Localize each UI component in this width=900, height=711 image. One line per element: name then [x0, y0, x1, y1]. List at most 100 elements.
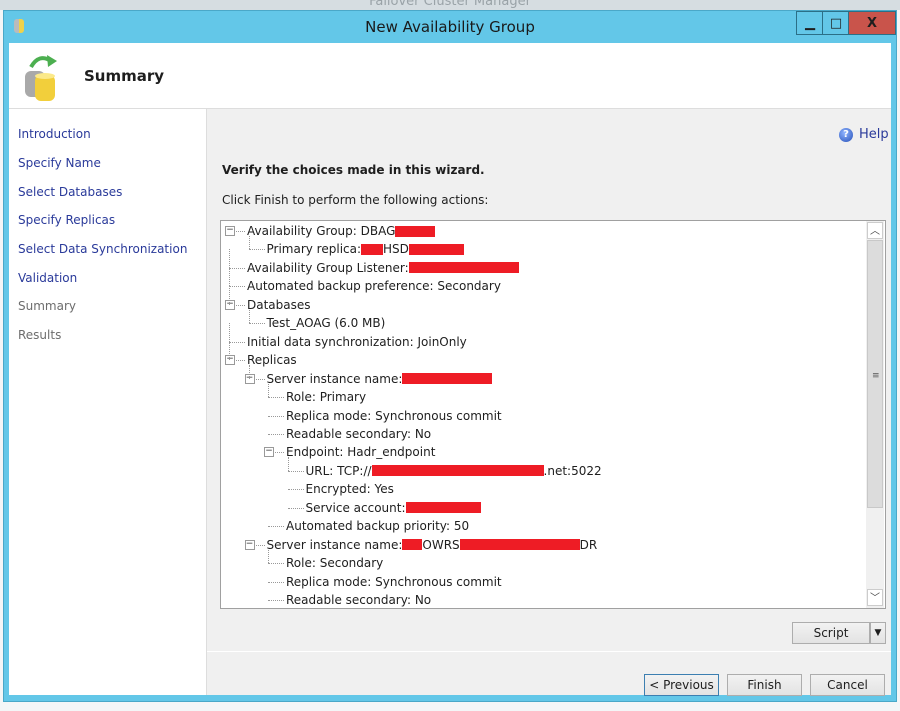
nav-item-specify-replicas[interactable]: Specify Replicas [18, 213, 115, 227]
tree-node-label: Test_AOAG (6.0 MB) [266, 316, 386, 331]
script-dropdown-button[interactable]: ▼ [870, 622, 886, 644]
minimize-button[interactable]: ▁ [796, 11, 824, 35]
tree-connector [268, 433, 284, 435]
wizard-client: Summary Introduction Specify Name Select D… [9, 43, 891, 696]
tree-connector [229, 341, 245, 343]
tree-connector [229, 267, 230, 287]
page-title: Summary [84, 67, 165, 85]
tree-node-label: Replica mode: Synchronous commit [286, 574, 502, 589]
close-button[interactable]: X [848, 11, 896, 35]
tree-connector [287, 470, 304, 472]
nav-item-select-data-synchronization[interactable]: Select Data Synchronization [18, 242, 187, 256]
tree-connector [268, 600, 284, 601]
nav-item-results: Results [18, 328, 62, 342]
redaction-block [371, 465, 544, 477]
title-bar[interactable]: New Availability Group ▁ □ X [4, 11, 896, 42]
tree-node[interactable]: URL: TCP:// .net:5022 [306, 462, 602, 480]
tree-node[interactable]: Automated backup priority: 50 [286, 517, 469, 535]
background-window-title: Failover Cluster Manager [369, 0, 531, 9]
scrollbar-thumb[interactable]: ≡ [867, 240, 883, 508]
tree-connector [248, 236, 250, 250]
tree-node[interactable]: Primary replica: HSD [267, 240, 464, 258]
scroll-down-button[interactable]: ﹀ [867, 589, 883, 606]
tree-node[interactable]: Role: Primary [286, 388, 366, 406]
tree-node[interactable]: Encrypted: Yes [306, 480, 394, 498]
tree-node-label: .net:5022 [543, 463, 602, 478]
tree-node[interactable]: Readable secondary: No [286, 425, 431, 443]
tree-node-label: URL: TCP:// [305, 463, 372, 478]
tree-connector [248, 365, 250, 379]
tree-node-label: Availability Group: DBAG [247, 224, 396, 238]
redaction-block [402, 539, 423, 551]
tree-node[interactable]: Replicas [247, 351, 297, 369]
collapse-icon[interactable]: − [264, 447, 274, 458]
tree-node-label: Role: Primary [286, 390, 367, 405]
tree-connector [248, 249, 265, 251]
nav-item-specify-name[interactable]: Specify Name [18, 156, 101, 170]
divider [207, 651, 891, 652]
tree-node[interactable]: Readable secondary: No [286, 591, 431, 608]
tree-node-label: Server instance name: [266, 537, 403, 552]
tree-node[interactable]: Databases [247, 296, 311, 314]
tree-node[interactable]: Initial data synchronization: JoinOnly [247, 333, 467, 351]
tree-node-label: Automated backup preference: Secondary [247, 279, 501, 294]
tree-node[interactable]: Endpoint: Hadr_endpoint [286, 443, 435, 461]
collapse-icon[interactable]: − [244, 373, 255, 384]
redaction-block [405, 502, 481, 514]
tree-node-label: Service account: [305, 500, 406, 515]
finish-button[interactable]: Finish [727, 674, 802, 696]
wizard-header: Summary [9, 43, 891, 109]
summary-tree[interactable]: Availability Group: DBAG − Primary replica… [220, 220, 886, 609]
nav-item-select-databases[interactable]: Select Databases [18, 185, 122, 199]
tree-connector [268, 563, 284, 565]
tree-node-label: Role: Secondary [286, 556, 384, 571]
redaction-block [459, 539, 580, 551]
nav-item-introduction[interactable]: Introduction [18, 127, 91, 141]
collapse-icon[interactable]: − [225, 299, 235, 310]
tree-connector [229, 323, 230, 342]
tree-connector [268, 383, 269, 398]
help-icon: ? [839, 127, 853, 142]
tree-node[interactable]: Automated backup preference: Secondary [247, 277, 501, 295]
tree-connector [268, 581, 284, 583]
tree-connector [229, 286, 230, 305]
previous-button[interactable]: < Previous [644, 674, 719, 696]
tree-node[interactable]: Test_AOAG (6.0 MB) [267, 314, 386, 332]
tree-node-label: HSD [383, 242, 409, 257]
redaction-block [408, 243, 464, 255]
database-refresh-icon [25, 55, 57, 101]
cancel-button[interactable]: Cancel [810, 674, 885, 696]
collapse-icon[interactable]: − [225, 226, 235, 236]
verify-heading: Verify the choices made in this wizard. [222, 163, 485, 177]
tree-node[interactable]: Server instance name: [267, 370, 493, 388]
help-label: Help [859, 127, 889, 142]
tree-node-label: Server instance name: [266, 371, 403, 386]
collapse-icon[interactable]: − [244, 539, 255, 550]
tree-node[interactable]: Availability Group: DBAG [247, 222, 436, 240]
tree-connector [268, 415, 284, 417]
tree-node[interactable]: Replica mode: Synchronous commit [286, 407, 502, 425]
tree-connector [229, 286, 245, 288]
tree-node-label: Encrypted: Yes [305, 482, 394, 497]
tree-node[interactable]: Service account: [306, 499, 481, 517]
tree-node[interactable]: Role: Secondary [286, 554, 383, 572]
tree-node-label: Availability Group Listener: [247, 260, 409, 275]
vertical-scrollbar[interactable]: ︿ ≡ ﹀ [866, 221, 884, 608]
nav-item-summary: Summary [18, 299, 76, 313]
tree-node-label: Databases [247, 297, 311, 312]
help-link[interactable]: ? Help [839, 127, 889, 142]
script-button[interactable]: Script [792, 622, 870, 644]
collapse-icon[interactable]: − [225, 355, 235, 366]
instruction-text: Click Finish to perform the following ac… [222, 193, 489, 207]
scroll-up-button[interactable]: ︿ [867, 222, 883, 239]
tree-node-label: Endpoint: Hadr_endpoint [286, 445, 436, 460]
nav-item-validation[interactable]: Validation [18, 271, 77, 285]
tree-connector [287, 507, 304, 509]
tree-node[interactable]: Server instance name: OWRS DR [267, 536, 598, 554]
tree-node[interactable]: Availability Group Listener: [247, 259, 519, 277]
tree-connector [229, 267, 245, 269]
tree-node[interactable]: Replica mode: Synchronous commit [286, 573, 502, 591]
maximize-button[interactable]: □ [822, 11, 850, 35]
tree-connector [287, 489, 304, 491]
tree-connector [248, 309, 250, 324]
